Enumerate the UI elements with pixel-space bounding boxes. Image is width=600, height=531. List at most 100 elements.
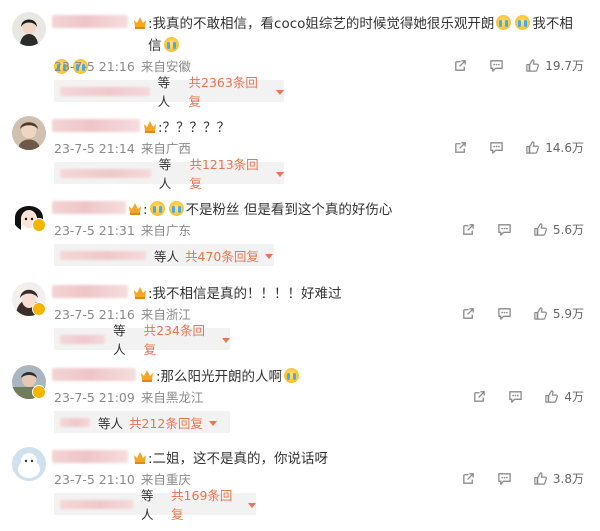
like-icon[interactable] bbox=[533, 222, 548, 237]
share-icon[interactable] bbox=[461, 471, 476, 486]
comment-actions: 5.9万 bbox=[461, 303, 584, 323]
fan-crown-icon bbox=[144, 121, 156, 133]
comment-item: :那么阳光开朗的人啊 23-7-5 21:09 来自黑龙江 4万 等人 共212条… bbox=[0, 365, 600, 449]
username-blurred[interactable] bbox=[52, 450, 128, 463]
fan-crown-icon bbox=[141, 370, 153, 382]
username-blurred[interactable] bbox=[52, 15, 128, 28]
reply-summary[interactable]: 等人 共234条回复 bbox=[54, 323, 230, 357]
comment-actions: 14.6万 bbox=[453, 137, 584, 157]
share-icon[interactable] bbox=[472, 389, 487, 404]
like-count: 3.8万 bbox=[552, 471, 584, 486]
avatar[interactable] bbox=[12, 12, 46, 46]
comment-icon[interactable] bbox=[497, 471, 512, 486]
reply-summary[interactable]: 等人 共470条回复 bbox=[54, 244, 274, 266]
share-icon[interactable] bbox=[453, 140, 468, 155]
like-icon[interactable] bbox=[525, 58, 540, 73]
comment-text: :我不相信是真的！！！！好难过 bbox=[148, 286, 342, 302]
expand-caret-icon[interactable] bbox=[248, 502, 256, 508]
like-count: 5.9万 bbox=[552, 306, 584, 321]
comment-text: :？？？？？ bbox=[158, 120, 231, 136]
crying-face-icon bbox=[515, 15, 531, 30]
reply-summary[interactable]: 等人 共169条回复 bbox=[54, 488, 256, 522]
crying-face-icon bbox=[496, 15, 512, 30]
reply-users-blurred bbox=[60, 168, 151, 178]
like-icon[interactable] bbox=[533, 306, 548, 321]
reply-total[interactable]: 共169条回复 bbox=[171, 485, 242, 523]
expand-caret-icon[interactable] bbox=[276, 171, 284, 177]
comment-text: : 不是粉丝 但是看到这个真的好伤心 bbox=[143, 201, 393, 218]
like-icon[interactable] bbox=[544, 389, 559, 404]
fan-crown-icon bbox=[134, 452, 146, 464]
expand-caret-icon[interactable] bbox=[222, 337, 230, 343]
crying-face-icon bbox=[163, 37, 179, 52]
username-blurred[interactable] bbox=[52, 368, 136, 381]
comment-icon[interactable] bbox=[497, 222, 512, 237]
like-count: 14.6万 bbox=[545, 140, 584, 155]
reply-users-blurred bbox=[60, 250, 146, 260]
expand-caret-icon[interactable] bbox=[276, 89, 284, 95]
reply-etc-label: 等人 bbox=[158, 157, 172, 191]
reply-users-blurred bbox=[60, 499, 134, 509]
comment-item: :？？？？？ 23-7-5 21:14 来自广西 14.6万 等人 共1213条回… bbox=[0, 116, 600, 200]
crying-face-icon bbox=[284, 368, 300, 383]
comment-actions: 19.7万 bbox=[453, 55, 584, 75]
comment-icon[interactable] bbox=[508, 389, 523, 404]
comment-time: 23-7-5 21:16 bbox=[54, 59, 135, 74]
reply-users-blurred bbox=[60, 417, 90, 427]
comment-time: 23-7-5 21:10 bbox=[54, 472, 135, 487]
reply-total[interactable]: 共212条回复 bbox=[129, 413, 203, 432]
username-blurred[interactable] bbox=[52, 119, 140, 132]
reply-summary[interactable]: 等人 共1213条回复 bbox=[54, 157, 284, 191]
expand-caret-icon[interactable] bbox=[264, 253, 273, 259]
reply-total[interactable]: 共2363条回复 bbox=[189, 72, 270, 110]
fan-crown-icon bbox=[129, 203, 141, 215]
like-icon[interactable] bbox=[525, 140, 540, 155]
comment-text: :二姐，这不是真的，你说话呀 bbox=[148, 451, 329, 467]
comment-item: :我不相信是真的！！！！好难过 23-7-5 21:16 来自浙江 5.9万 等人… bbox=[0, 282, 600, 366]
comment-actions: 5.6万 bbox=[461, 219, 584, 239]
avatar[interactable] bbox=[12, 116, 46, 150]
comment-icon[interactable] bbox=[489, 58, 504, 73]
comment-item: :我真的不敢相信，看coco姐综艺的时候觉得她很乐观开朗 我不相信 23-7-5 … bbox=[0, 12, 600, 109]
username-blurred[interactable] bbox=[52, 201, 126, 214]
verified-badge-icon bbox=[32, 302, 46, 316]
comment-meta: 23-7-5 21:09 来自黑龙江 bbox=[54, 387, 203, 406]
comment-time: 23-7-5 21:09 bbox=[54, 390, 135, 405]
like-count: 5.6万 bbox=[552, 222, 584, 237]
reply-total[interactable]: 共1213条回复 bbox=[189, 154, 270, 192]
verified-badge-icon bbox=[32, 218, 46, 232]
comment-icon[interactable] bbox=[497, 306, 512, 321]
reply-users-blurred bbox=[60, 86, 150, 96]
comment-time: 23-7-5 21:31 bbox=[54, 223, 135, 238]
reply-total[interactable]: 共470条回复 bbox=[185, 246, 259, 265]
like-count: 19.7万 bbox=[545, 58, 584, 73]
crying-face-icon bbox=[168, 201, 184, 216]
like-count: 4万 bbox=[564, 389, 584, 404]
comment-meta: 23-7-5 21:31 来自广东 bbox=[54, 220, 191, 239]
verified-badge-icon bbox=[32, 385, 46, 399]
avatar[interactable] bbox=[12, 447, 46, 481]
reply-summary[interactable]: 等人 共2363条回复 bbox=[54, 75, 284, 109]
reply-summary[interactable]: 等人 共212条回复 bbox=[54, 411, 230, 433]
crying-face-icon bbox=[149, 201, 165, 216]
share-icon[interactable] bbox=[453, 58, 468, 73]
reply-etc-label: 等人 bbox=[141, 488, 154, 522]
comment-location: 来自广东 bbox=[140, 223, 191, 238]
comment-location: 来自黑龙江 bbox=[140, 390, 204, 405]
fan-crown-icon bbox=[134, 287, 146, 299]
comment-icon[interactable] bbox=[489, 140, 504, 155]
reply-etc-label: 等人 bbox=[157, 75, 171, 109]
reply-total[interactable]: 共234条回复 bbox=[144, 320, 216, 358]
share-icon[interactable] bbox=[461, 222, 476, 237]
comment-text: :那么阳光开朗的人啊 bbox=[156, 366, 582, 388]
share-icon[interactable] bbox=[461, 306, 476, 321]
username-blurred[interactable] bbox=[52, 285, 128, 298]
reply-etc-label: 等人 bbox=[154, 248, 180, 264]
comment-actions: 4万 bbox=[472, 386, 584, 406]
comment-item: :二姐，这不是真的，你说话呀 23-7-5 21:10 来自重庆 3.8万 等人 … bbox=[0, 447, 600, 531]
like-icon[interactable] bbox=[533, 471, 548, 486]
reply-etc-label: 等人 bbox=[113, 323, 126, 357]
expand-caret-icon[interactable] bbox=[208, 420, 217, 426]
comment-time: 23-7-5 21:14 bbox=[54, 141, 135, 156]
comment-actions: 3.8万 bbox=[461, 468, 584, 488]
